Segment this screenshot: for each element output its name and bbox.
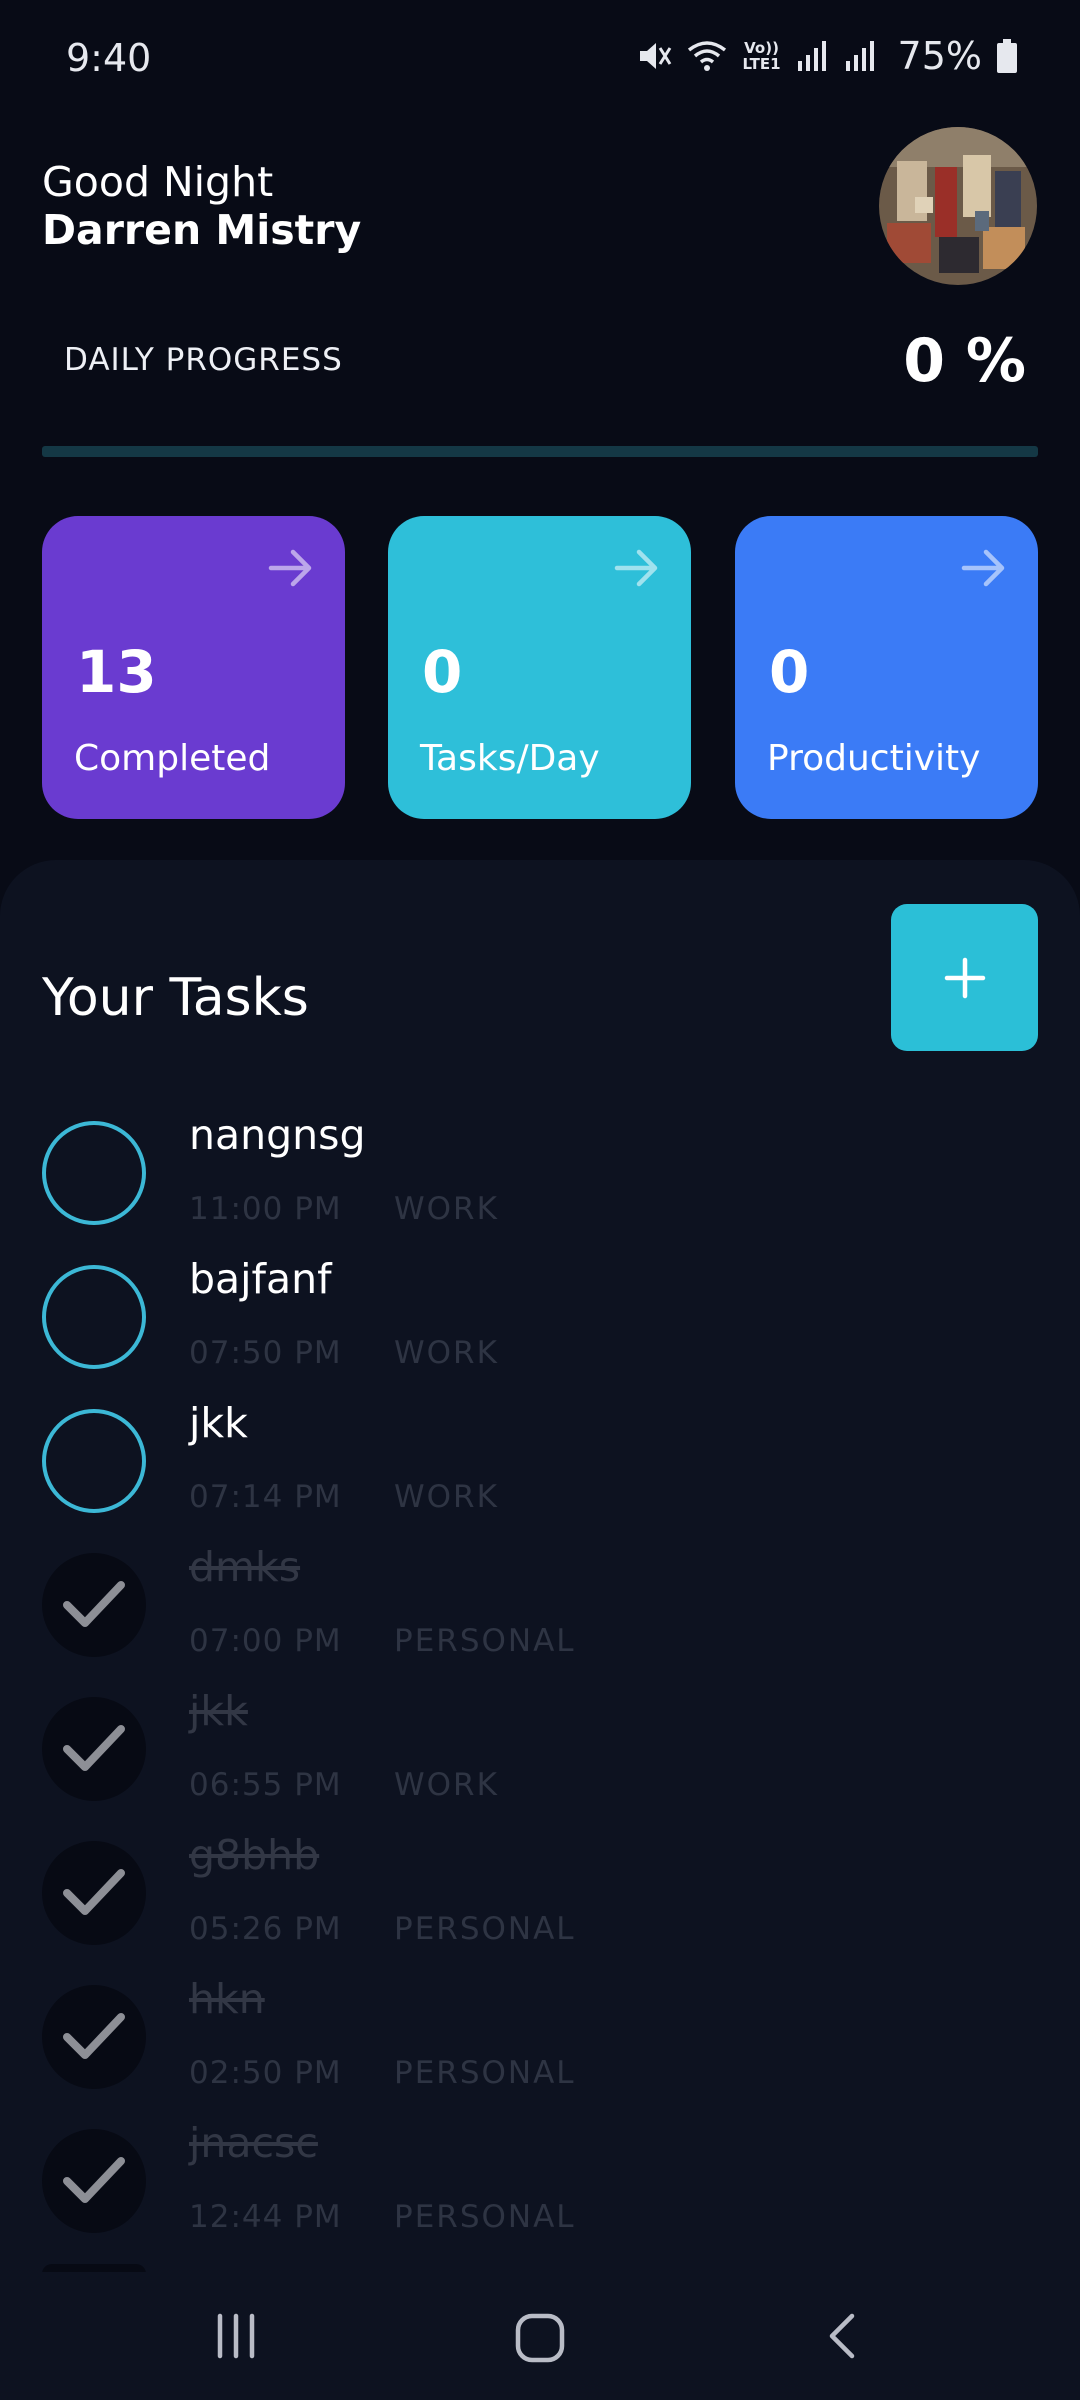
- task-time: 07:14 PM: [189, 1479, 342, 1515]
- mute-icon: [639, 43, 671, 69]
- tasks-per-day-count: 0: [422, 638, 463, 706]
- task-row[interactable]: jkk 06:55 PM WORK: [0, 1687, 1080, 1827]
- volte-icon: Vo)) LTE1: [742, 39, 781, 73]
- productivity-count: 0: [769, 638, 810, 706]
- profile-photo-icon: [879, 127, 1037, 285]
- task-name: g8bhb: [189, 1831, 320, 1879]
- arrow-right-icon: [268, 549, 312, 587]
- task-row[interactable]: dmks 07:00 PM PERSONAL: [0, 1543, 1080, 1683]
- task-row[interactable]: g8bhb 05:26 PM PERSONAL: [0, 1831, 1080, 1971]
- task-name: bajfanf: [189, 1255, 332, 1303]
- task-time: 07:00 PM: [189, 1623, 342, 1659]
- daily-progress-label: DAILY PROGRESS: [64, 342, 343, 378]
- task-name: nangnsg: [189, 1111, 366, 1159]
- navigation-bar: [0, 2272, 1080, 2400]
- task-checkbox[interactable]: [42, 1121, 146, 1225]
- task-row[interactable]: hkn 02:50 PM PERSONAL: [0, 1975, 1080, 2115]
- task-time: 12:44 PM: [189, 2199, 342, 2235]
- task-checkbox[interactable]: [42, 1841, 146, 1945]
- completed-count: 13: [76, 638, 157, 706]
- status-bar: 9:40 Vo)) LTE1 75%: [0, 0, 1080, 120]
- status-icons: Vo)) LTE1 75%: [636, 34, 1018, 78]
- task-time: 06:55 PM: [189, 1767, 342, 1803]
- task-time: 05:26 PM: [189, 1911, 342, 1947]
- task-checkbox[interactable]: [42, 1553, 146, 1657]
- task-time: 02:50 PM: [189, 2055, 342, 2091]
- task-name: dmks: [189, 1543, 301, 1591]
- tasks-per-day-card[interactable]: 0 Tasks/Day: [388, 516, 691, 819]
- task-time: 11:00 PM: [189, 1191, 342, 1227]
- battery-percent: 75%: [897, 34, 982, 78]
- task-tag: WORK: [394, 1479, 499, 1515]
- check-icon: [63, 2013, 125, 2059]
- task-row[interactable]: jnacsc 12:44 PM PERSONAL: [0, 2119, 1080, 2259]
- completed-label: Completed: [74, 738, 271, 779]
- plus-icon: [944, 957, 985, 998]
- signal-icon: [797, 41, 826, 71]
- check-icon: [63, 1725, 125, 1771]
- tasks-title: Your Tasks: [42, 968, 309, 1028]
- task-tag: WORK: [394, 1767, 499, 1803]
- battery-icon: [997, 39, 1017, 73]
- productivity-card[interactable]: 0 Productivity: [735, 516, 1038, 819]
- signal-icon: [845, 41, 874, 71]
- task-time: 07:50 PM: [189, 1335, 342, 1371]
- check-icon: [63, 2157, 125, 2203]
- task-checkbox[interactable]: [42, 1697, 146, 1801]
- task-name: jkk: [189, 1399, 248, 1447]
- task-row[interactable]: nangnsg 11:00 PM WORK: [0, 1111, 1080, 1251]
- task-name: hkn: [189, 1975, 265, 2023]
- avatar[interactable]: [879, 127, 1037, 285]
- task-checkbox[interactable]: [42, 2129, 146, 2233]
- user-name: Darren Mistry: [42, 206, 362, 254]
- task-name: jnacsc: [189, 2119, 318, 2167]
- task-tag: PERSONAL: [394, 1623, 576, 1659]
- back-icon[interactable]: [822, 2312, 862, 2360]
- home-icon[interactable]: [514, 2312, 566, 2364]
- task-tag: PERSONAL: [394, 1911, 576, 1947]
- recents-icon[interactable]: [212, 2312, 260, 2360]
- daily-progress-bar: [42, 446, 1038, 457]
- check-icon: [63, 1581, 125, 1627]
- task-tag: WORK: [394, 1335, 499, 1371]
- task-name: jkk: [189, 1687, 248, 1735]
- tasks-per-day-label: Tasks/Day: [420, 738, 600, 779]
- completed-card[interactable]: 13 Completed: [42, 516, 345, 819]
- check-icon: [63, 1869, 125, 1915]
- task-checkbox[interactable]: [42, 1985, 146, 2089]
- task-tag: PERSONAL: [394, 2199, 576, 2235]
- greeting-text: Good Night: [42, 158, 274, 206]
- wifi-icon: [687, 41, 726, 71]
- arrow-right-icon: [614, 549, 658, 587]
- task-checkbox[interactable]: [42, 1265, 146, 1369]
- task-checkbox[interactable]: [42, 1409, 146, 1513]
- arrow-right-icon: [961, 549, 1005, 587]
- task-row[interactable]: jkk 07:14 PM WORK: [0, 1399, 1080, 1539]
- task-tag: WORK: [394, 1191, 499, 1227]
- productivity-label: Productivity: [767, 738, 981, 779]
- add-task-button[interactable]: [891, 904, 1038, 1051]
- daily-progress-value: 0 %: [903, 326, 1026, 396]
- task-row[interactable]: bajfanf 07:50 PM WORK: [0, 1255, 1080, 1395]
- task-tag: PERSONAL: [394, 2055, 576, 2091]
- status-time: 9:40: [66, 36, 152, 80]
